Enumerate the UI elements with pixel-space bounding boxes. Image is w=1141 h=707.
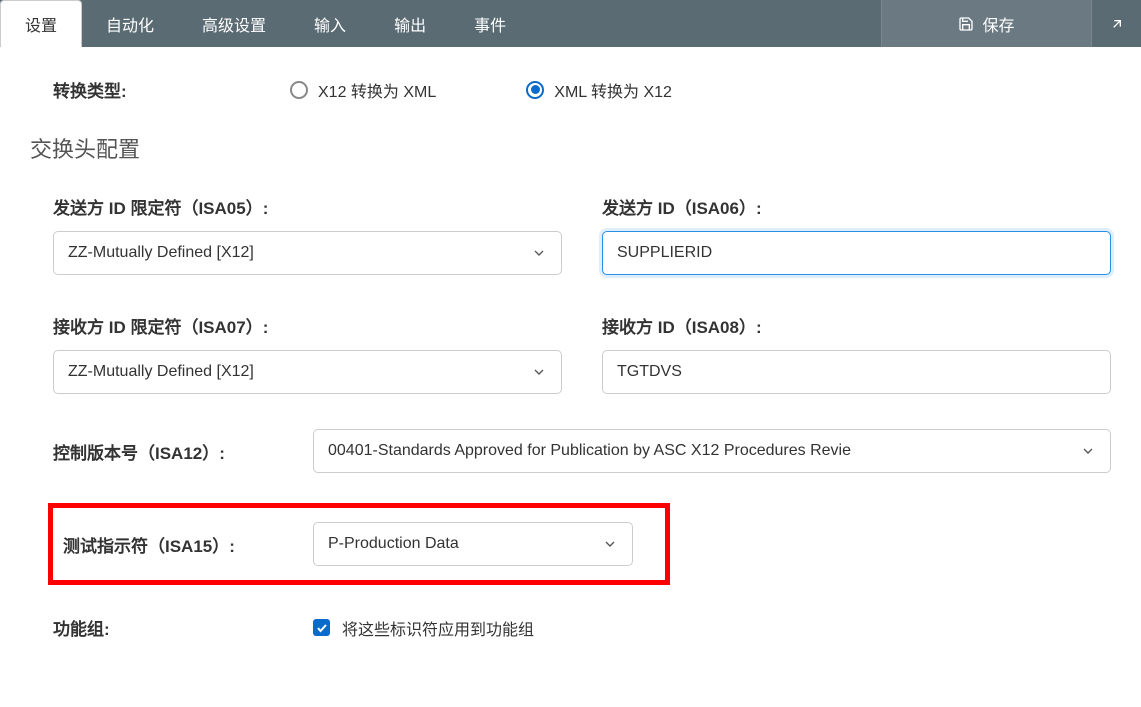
isa12-value: 00401-Standards Approved for Publication… <box>328 442 1072 460</box>
isa06-input[interactable]: SUPPLIERID <box>602 231 1111 275</box>
isa07-label: 接收方 ID 限定符（ISA07）: <box>53 313 562 338</box>
isa15-label: 测试指示符（ISA15）: <box>53 532 313 557</box>
isa08-value: TGTDVS <box>617 363 682 381</box>
isa15-highlight: 测试指示符（ISA15）: P-Production Data <box>48 503 670 585</box>
tab-advanced[interactable]: 高级设置 <box>178 0 290 47</box>
isa08-label: 接收方 ID（ISA08）: <box>602 313 1111 338</box>
radio-xml-to-x12[interactable]: XML 转换为 X12 <box>526 78 672 102</box>
conversion-type-row: 转换类型: X12 转换为 XML XML 转换为 X12 <box>30 77 1111 102</box>
checkbox-checked-icon <box>313 619 330 636</box>
content-area: 转换类型: X12 转换为 XML XML 转换为 X12 交换头配置 发送方 … <box>0 47 1141 680</box>
expand-icon <box>1109 16 1125 32</box>
isa12-label: 控制版本号（ISA12）: <box>53 439 313 464</box>
isa06-value: SUPPLIERID <box>617 244 712 262</box>
isa-field-grid: 发送方 ID 限定符（ISA05）: ZZ-Mutually Defined [… <box>53 194 1111 394</box>
func-group-row: 功能组: 将这些标识符应用到功能组 <box>53 615 1111 640</box>
tab-events[interactable]: 事件 <box>450 0 530 47</box>
tab-list: 设置 自动化 高级设置 输入 输出 事件 <box>0 0 530 47</box>
save-label: 保存 <box>982 12 1014 36</box>
save-button[interactable]: 保存 <box>881 0 1091 47</box>
tab-input[interactable]: 输入 <box>290 0 370 47</box>
isa12-select[interactable]: 00401-Standards Approved for Publication… <box>313 429 1111 473</box>
chevron-down-icon <box>1080 443 1096 459</box>
func-group-check-label: 将这些标识符应用到功能组 <box>342 616 534 640</box>
tab-output[interactable]: 输出 <box>370 0 450 47</box>
tab-settings[interactable]: 设置 <box>0 0 82 47</box>
tab-automation[interactable]: 自动化 <box>82 0 178 47</box>
field-isa07: 接收方 ID 限定符（ISA07）: ZZ-Mutually Defined [… <box>53 313 562 394</box>
isa05-select[interactable]: ZZ-Mutually Defined [X12] <box>53 231 562 275</box>
header-bar: 设置 自动化 高级设置 输入 输出 事件 保存 <box>0 0 1141 47</box>
func-group-checkbox-wrap[interactable]: 将这些标识符应用到功能组 <box>313 616 534 640</box>
isa07-select[interactable]: ZZ-Mutually Defined [X12] <box>53 350 562 394</box>
conversion-radio-group: X12 转换为 XML XML 转换为 X12 <box>290 78 672 102</box>
isa05-label: 发送方 ID 限定符（ISA05）: <box>53 194 562 219</box>
radio-checked-icon <box>526 81 544 99</box>
section-title: 交换头配置 <box>30 132 1111 164</box>
func-group-label: 功能组: <box>53 615 313 640</box>
field-isa06: 发送方 ID（ISA06）: SUPPLIERID <box>602 194 1111 275</box>
isa15-select[interactable]: P-Production Data <box>313 522 633 566</box>
field-isa05: 发送方 ID 限定符（ISA05）: ZZ-Mutually Defined [… <box>53 194 562 275</box>
save-icon <box>958 16 974 32</box>
chevron-down-icon <box>531 364 547 380</box>
chevron-down-icon <box>602 536 618 552</box>
radio-label: XML 转换为 X12 <box>554 78 672 102</box>
field-isa08: 接收方 ID（ISA08）: TGTDVS <box>602 313 1111 394</box>
isa05-value: ZZ-Mutually Defined [X12] <box>68 244 523 262</box>
isa07-value: ZZ-Mutually Defined [X12] <box>68 363 523 381</box>
isa08-input[interactable]: TGTDVS <box>602 350 1111 394</box>
chevron-down-icon <box>531 245 547 261</box>
isa15-value: P-Production Data <box>328 535 594 553</box>
field-isa12: 控制版本号（ISA12）: 00401-Standards Approved f… <box>53 429 1111 473</box>
isa06-label: 发送方 ID（ISA06）: <box>602 194 1111 219</box>
header-spacer <box>530 0 881 47</box>
radio-x12-to-xml[interactable]: X12 转换为 XML <box>290 78 436 102</box>
expand-button[interactable] <box>1091 0 1141 47</box>
conversion-type-label: 转换类型: <box>30 77 290 102</box>
radio-label: X12 转换为 XML <box>318 78 436 102</box>
radio-unchecked-icon <box>290 81 308 99</box>
